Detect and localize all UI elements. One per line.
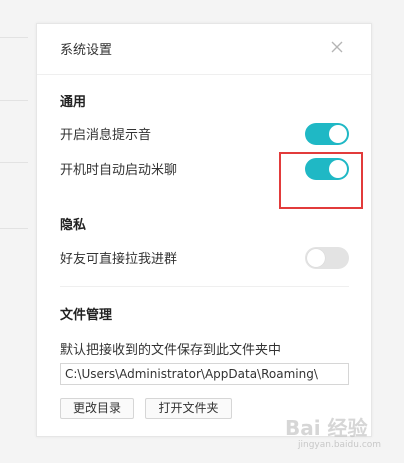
background-divider [0,100,28,101]
group-invite-toggle[interactable] [305,247,349,269]
background-divider [0,228,28,229]
general-heading: 通用 [60,95,87,110]
title-divider [37,74,371,75]
save-path-field[interactable]: C:\Users\Administrator\AppData\Roaming\ [60,363,349,385]
background-divider [0,162,28,163]
dialog-title: 系统设置 [60,43,113,58]
system-settings-dialog: 系统设置 通用 开启消息提示音 开机时自动启动米聊 隐私 好友可直接拉我进群 文… [36,23,372,437]
toggle-knob [307,249,325,267]
section-divider [60,286,349,287]
open-folder-button[interactable]: 打开文件夹 [145,398,232,419]
group-invite-label: 好友可直接拉我进群 [60,252,178,267]
baidu-watermark-url: jingyan.baidu.com [298,440,382,450]
background-divider [0,37,28,38]
auto-start-toggle[interactable] [305,158,349,180]
privacy-heading: 隐私 [60,218,87,233]
file-save-description: 默认把接收到的文件保存到此文件夹中 [60,343,282,358]
message-sound-label: 开启消息提示音 [60,128,152,143]
message-sound-toggle[interactable] [305,123,349,145]
change-directory-button[interactable]: 更改目录 [60,398,134,419]
baidu-watermark: Bai 经验 [285,416,368,440]
toggle-knob [329,125,347,143]
file-management-heading: 文件管理 [60,308,113,323]
auto-start-label: 开机时自动启动米聊 [60,163,178,178]
close-icon[interactable] [329,39,345,55]
toggle-knob [329,160,347,178]
